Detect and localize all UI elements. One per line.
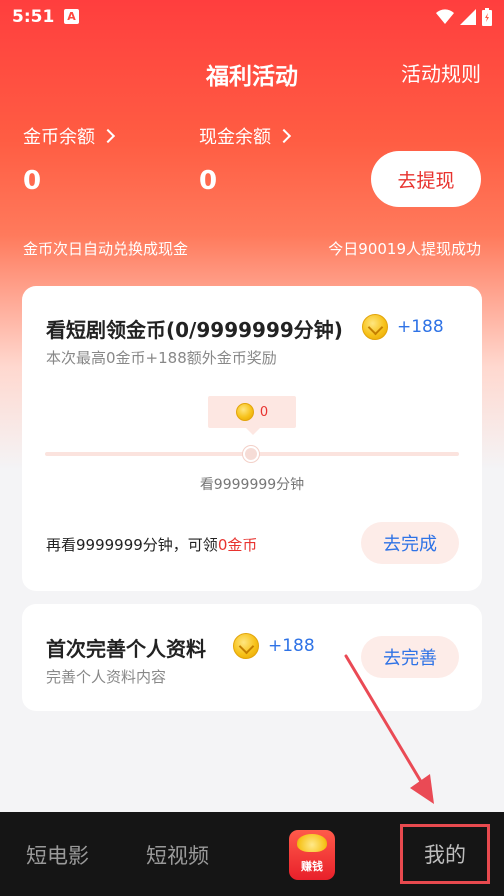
profile-task-title: 首次完善个人资料 [46,637,206,661]
coin-balance-label: 金币余额 [23,127,95,148]
arrow-annotation-icon [344,654,434,804]
status-bar: 5:51 A [0,0,504,34]
bottom-tab-bar: 短电影 短视频 赚钱 我的 [0,812,504,896]
cash-balance-value: 0 [199,166,218,196]
chevron-right-icon [100,128,116,144]
auto-convert-hint: 金币次日自动兑换成现金 [23,240,189,258]
notification-icon: A [64,9,79,24]
progress-coins: 0 [259,404,269,420]
chevron-right-icon [276,128,292,144]
progress-tooltip: 0 [208,396,296,435]
watch-task-subtitle: 本次最高0金币+188额外金币奖励 [46,349,277,367]
remaining-prefix: 再看9999999分钟，可领 [46,536,218,554]
watch-task-title: 看短剧领金币(0/9999999分钟) [46,318,343,342]
profile-task-reward: +188 [268,636,315,656]
watch-task-reward: +188 [397,317,444,337]
gold-coins-icon [297,834,327,852]
coin-balance-link[interactable]: 金币余额 [23,123,116,149]
signal-icon [460,9,476,25]
tab-short-videos[interactable]: 短视频 [146,840,209,870]
cash-balance-link[interactable]: 现金余额 [199,123,292,149]
progress-marker [243,446,259,462]
coin-balance-value: 0 [23,166,42,196]
remaining-text: 再看9999999分钟，可领0金币 [46,534,257,555]
battery-icon [482,8,492,26]
tab-mine[interactable]: 我的 [400,824,490,884]
coin-icon [362,314,388,340]
watch-task-card: 看短剧领金币(0/9999999分钟) +188 本次最高0金币+188额外金币… [22,286,482,591]
progress-caption: 看9999999分钟 [199,477,305,493]
profile-task-subtitle: 完善个人资料内容 [46,668,167,686]
remaining-amount: 0金币 [217,536,258,554]
tab-earn-label: 赚钱 [301,860,323,873]
coin-icon [235,403,254,421]
status-icons [436,8,492,26]
activity-rules-link[interactable]: 活动规则 [401,58,481,87]
withdraw-success-hint: 今日90019人提现成功 [328,240,481,258]
complete-button[interactable]: 去完成 [361,522,459,564]
coin-icon [233,633,259,659]
tab-earn[interactable]: 赚钱 [289,830,335,880]
wifi-icon [436,9,454,24]
status-time: 5:51 [12,7,55,27]
tab-short-movies[interactable]: 短电影 [26,840,89,870]
cash-balance-label: 现金余额 [199,127,271,148]
withdraw-button[interactable]: 去提现 [371,151,481,207]
